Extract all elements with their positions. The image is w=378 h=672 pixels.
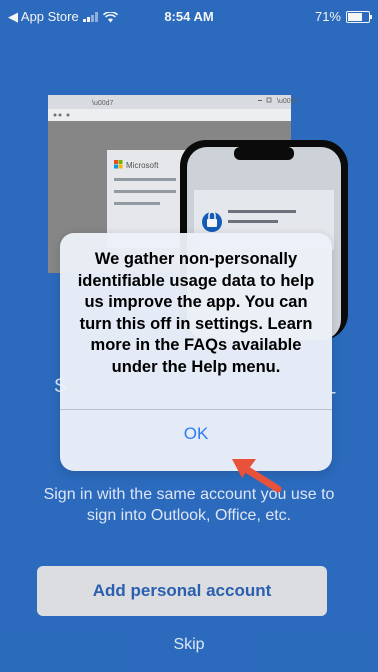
alert-ok-button[interactable]: OK	[60, 410, 332, 458]
red-arrow-annotation	[232, 459, 282, 493]
alert-message: We gather non-personally identifiable us…	[77, 250, 315, 376]
usage-data-alert: We gather non-personally identifiable us…	[60, 233, 332, 471]
